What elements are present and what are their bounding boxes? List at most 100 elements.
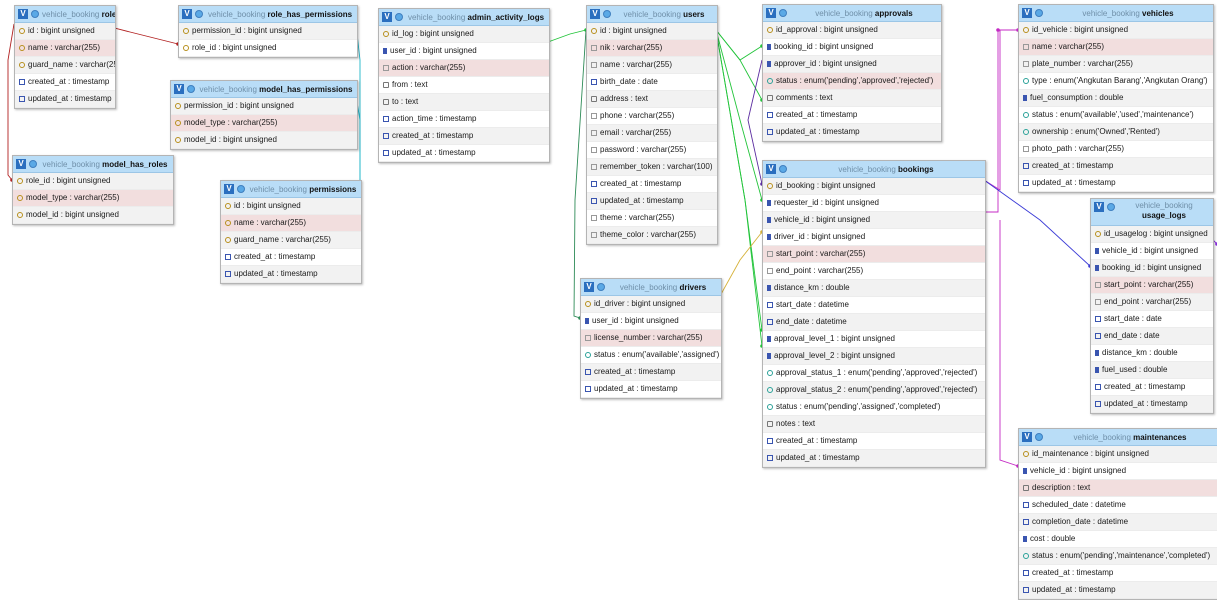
- field-row[interactable]: end_date : date: [1091, 328, 1213, 345]
- table-options-icon[interactable]: [1035, 9, 1043, 17]
- table-model-has-permissions[interactable]: Vvehicle_booking model_has_permissions pe…: [170, 80, 358, 150]
- table-header[interactable]: Vvehicle_booking model_has_permissions: [171, 81, 357, 98]
- field-row[interactable]: updated_at : timestamp: [1091, 396, 1213, 413]
- field-row[interactable]: user_id : bigint unsigned: [379, 43, 549, 60]
- view-toggle-icon[interactable]: V: [584, 282, 594, 292]
- field-row[interactable]: updated_at : timestamp: [15, 91, 115, 108]
- field-row[interactable]: ownership : enum('Owned','Rented'): [1019, 124, 1213, 141]
- field-row[interactable]: status : enum('available','used','mainte…: [1019, 107, 1213, 124]
- field-row[interactable]: created_at : timestamp: [1019, 565, 1217, 582]
- field-row[interactable]: created_at : timestamp: [15, 74, 115, 91]
- field-row[interactable]: id_log : bigint unsigned: [379, 26, 549, 43]
- field-row[interactable]: distance_km : double: [1091, 345, 1213, 362]
- view-toggle-icon[interactable]: V: [766, 164, 776, 174]
- table-role-has-permissions[interactable]: Vvehicle_booking role_has_permissions per…: [178, 5, 358, 58]
- field-row[interactable]: created_at : timestamp: [379, 128, 549, 145]
- field-row[interactable]: driver_id : bigint unsigned: [763, 229, 985, 246]
- field-row[interactable]: completion_date : datetime: [1019, 514, 1217, 531]
- field-row[interactable]: id_usagelog : bigint unsigned: [1091, 226, 1213, 243]
- field-row[interactable]: start_point : varchar(255): [1091, 277, 1213, 294]
- field-row[interactable]: notes : text: [763, 416, 985, 433]
- field-row[interactable]: guard_name : varchar(255): [221, 232, 361, 249]
- field-row[interactable]: address : text: [587, 91, 717, 108]
- field-row[interactable]: from : text: [379, 77, 549, 94]
- field-row[interactable]: id : bigint unsigned: [587, 23, 717, 40]
- table-bookings[interactable]: Vvehicle_booking bookings id_booking : bi…: [762, 160, 986, 468]
- field-row[interactable]: updated_at : timestamp: [581, 381, 721, 398]
- view-toggle-icon[interactable]: V: [224, 184, 234, 194]
- field-row[interactable]: scheduled_date : datetime: [1019, 497, 1217, 514]
- field-row[interactable]: vehicle_id : bigint unsigned: [1091, 243, 1213, 260]
- table-usage-logs[interactable]: Vvehicle_booking usage_logs id_usagelog : …: [1090, 198, 1214, 414]
- table-options-icon[interactable]: [1107, 203, 1115, 211]
- view-toggle-icon[interactable]: V: [16, 159, 26, 169]
- table-header[interactable]: Vvehicle_booking model_has_roles: [13, 156, 173, 173]
- field-row[interactable]: name : varchar(255): [15, 40, 115, 57]
- table-options-icon[interactable]: [779, 165, 787, 173]
- field-row[interactable]: id_maintenance : bigint unsigned: [1019, 446, 1217, 463]
- field-row[interactable]: photo_path : varchar(255): [1019, 141, 1213, 158]
- field-row[interactable]: id_driver : bigint unsigned: [581, 296, 721, 313]
- field-row[interactable]: action : varchar(255): [379, 60, 549, 77]
- table-options-icon[interactable]: [779, 9, 787, 17]
- table-approvals[interactable]: Vvehicle_booking approvals id_approval : …: [762, 4, 942, 142]
- field-row[interactable]: role_id : bigint unsigned: [13, 173, 173, 190]
- field-row[interactable]: updated_at : timestamp: [1019, 582, 1217, 599]
- field-row[interactable]: approval_level_2 : bigint unsigned: [763, 348, 985, 365]
- field-row[interactable]: fuel_used : double: [1091, 362, 1213, 379]
- field-row[interactable]: plate_number : varchar(255): [1019, 56, 1213, 73]
- table-header[interactable]: Vvehicle_booking usage_logs: [1091, 199, 1213, 226]
- table-options-icon[interactable]: [195, 10, 203, 18]
- table-options-icon[interactable]: [237, 185, 245, 193]
- field-row[interactable]: status : enum('pending','maintenance','c…: [1019, 548, 1217, 565]
- field-row[interactable]: theme : varchar(255): [587, 210, 717, 227]
- field-row[interactable]: approval_status_1 : enum('pending','appr…: [763, 365, 985, 382]
- table-options-icon[interactable]: [603, 10, 611, 18]
- field-row[interactable]: model_id : bigint unsigned: [171, 132, 357, 149]
- field-row[interactable]: created_at : timestamp: [763, 107, 941, 124]
- table-options-icon[interactable]: [395, 13, 403, 21]
- table-options-icon[interactable]: [31, 10, 39, 18]
- view-toggle-icon[interactable]: V: [590, 9, 600, 19]
- field-row[interactable]: created_at : timestamp: [221, 249, 361, 266]
- view-toggle-icon[interactable]: V: [766, 8, 776, 18]
- table-admin-activity-logs[interactable]: Vvehicle_booking admin_activity_logs id_l…: [378, 8, 550, 163]
- field-row[interactable]: email : varchar(255): [587, 125, 717, 142]
- field-row[interactable]: password : varchar(255): [587, 142, 717, 159]
- view-toggle-icon[interactable]: V: [382, 12, 392, 22]
- field-row[interactable]: comments : text: [763, 90, 941, 107]
- field-row[interactable]: user_id : bigint unsigned: [581, 313, 721, 330]
- field-row[interactable]: guard_name : varchar(255): [15, 57, 115, 74]
- table-header[interactable]: Vvehicle_booking users: [587, 6, 717, 23]
- field-row[interactable]: description : text: [1019, 480, 1217, 497]
- field-row[interactable]: name : varchar(255): [587, 57, 717, 74]
- field-row[interactable]: start_date : datetime: [763, 297, 985, 314]
- field-row[interactable]: approval_level_1 : bigint unsigned: [763, 331, 985, 348]
- field-row[interactable]: model_type : varchar(255): [13, 190, 173, 207]
- field-row[interactable]: id : bigint unsigned: [221, 198, 361, 215]
- table-users[interactable]: Vvehicle_booking users id : bigint unsign…: [586, 5, 718, 245]
- field-row[interactable]: phone : varchar(255): [587, 108, 717, 125]
- table-maintenances[interactable]: Vvehicle_booking maintenances id_maintena…: [1018, 428, 1217, 600]
- view-toggle-icon[interactable]: V: [1022, 432, 1032, 442]
- field-row[interactable]: id : bigint unsigned: [15, 23, 115, 40]
- table-header[interactable]: Vvehicle_booking role_has_permissions: [179, 6, 357, 23]
- field-row[interactable]: license_number : varchar(255): [581, 330, 721, 347]
- table-permissions[interactable]: Vvehicle_booking permissions id : bigint …: [220, 180, 362, 284]
- field-row[interactable]: id_booking : bigint unsigned: [763, 178, 985, 195]
- table-model-has-roles[interactable]: Vvehicle_booking model_has_roles role_id …: [12, 155, 174, 225]
- field-row[interactable]: updated_at : timestamp: [763, 124, 941, 141]
- field-row[interactable]: permission_id : bigint unsigned: [179, 23, 357, 40]
- table-header[interactable]: Vvehicle_booking permissions: [221, 181, 361, 198]
- field-row[interactable]: updated_at : timestamp: [587, 193, 717, 210]
- field-row[interactable]: approver_id : bigint unsigned: [763, 56, 941, 73]
- field-row[interactable]: booking_id : bigint unsigned: [763, 39, 941, 56]
- field-row[interactable]: created_at : timestamp: [1091, 379, 1213, 396]
- field-row[interactable]: nik : varchar(255): [587, 40, 717, 57]
- field-row[interactable]: status : enum('pending','assigned','comp…: [763, 399, 985, 416]
- field-row[interactable]: updated_at : timestamp: [763, 450, 985, 467]
- view-toggle-icon[interactable]: V: [174, 84, 184, 94]
- table-options-icon[interactable]: [597, 283, 605, 291]
- field-row[interactable]: booking_id : bigint unsigned: [1091, 260, 1213, 277]
- field-row[interactable]: id_vehicle : bigint unsigned: [1019, 22, 1213, 39]
